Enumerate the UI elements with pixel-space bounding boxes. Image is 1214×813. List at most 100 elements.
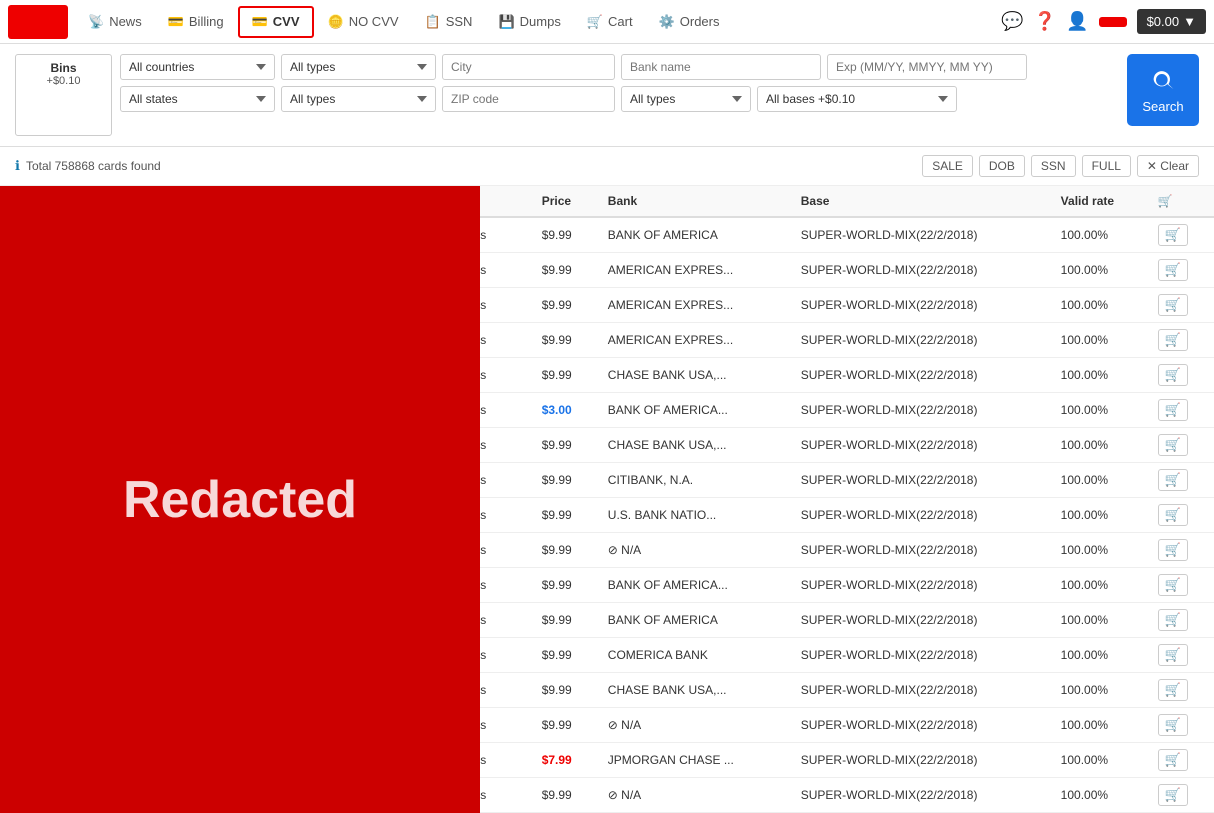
cell-bank: AMERICAN EXPRES... bbox=[598, 323, 791, 358]
results-count: Total 758868 cards found bbox=[26, 159, 161, 173]
add-to-cart-button[interactable]: 🛒 bbox=[1158, 224, 1188, 246]
cell-base: SUPER-WORLD-MIX(22/2/2018) bbox=[791, 288, 1051, 323]
user-button[interactable] bbox=[1099, 17, 1127, 27]
cell-cart-action[interactable]: 🛒 bbox=[1148, 428, 1214, 463]
chat-icon[interactable]: 💬 bbox=[1001, 11, 1023, 32]
sale-tag-button[interactable]: SALE bbox=[922, 155, 973, 177]
type3-select[interactable]: All types bbox=[621, 86, 751, 112]
cell-cart-action[interactable]: 🛒 bbox=[1148, 778, 1214, 813]
cell-zip bbox=[335, 323, 386, 358]
cell-cart-action[interactable]: 🛒 bbox=[1148, 533, 1214, 568]
cell-base: SUPER-WORLD-MIX(22/2/2018) bbox=[791, 358, 1051, 393]
cell-exp bbox=[88, 778, 144, 813]
nav-logo[interactable] bbox=[8, 5, 68, 39]
clear-button[interactable]: ✕ Clear bbox=[1137, 155, 1199, 177]
cell-city bbox=[213, 358, 269, 393]
info-icon: ℹ bbox=[15, 158, 20, 174]
cell-country: 🇺🇸 United States bbox=[386, 603, 532, 638]
nav-item-nocvv[interactable]: 🪙 NO CVV bbox=[316, 8, 411, 36]
user-icon[interactable]: 👤 bbox=[1066, 11, 1088, 32]
nav-item-orders[interactable]: ⚙️ Orders bbox=[647, 8, 732, 36]
add-to-cart-button[interactable]: 🛒 bbox=[1158, 504, 1188, 526]
add-to-cart-button[interactable]: 🛒 bbox=[1158, 539, 1188, 561]
type2-select[interactable]: All types bbox=[281, 86, 436, 112]
cell-cart-action[interactable]: 🛒 bbox=[1148, 358, 1214, 393]
top-nav: 📡 News 💳 Billing 💳 CVV 🪙 NO CVV 📋 SSN 💾 … bbox=[0, 0, 1214, 44]
zip-input[interactable] bbox=[442, 86, 615, 112]
cell-city bbox=[213, 253, 269, 288]
type1-select[interactable]: All types bbox=[281, 54, 436, 80]
ssn-tag-button[interactable]: SSN bbox=[1031, 155, 1076, 177]
cell-cart-action[interactable]: 🛒 bbox=[1148, 463, 1214, 498]
state-select[interactable]: All states bbox=[120, 86, 275, 112]
table-row: 4427420 🇺🇸 United States $7.99 JPMORGAN … bbox=[0, 743, 1214, 778]
bins-input[interactable] bbox=[26, 91, 101, 129]
help-icon[interactable]: ❓ bbox=[1034, 11, 1056, 32]
country-select[interactable]: All countries bbox=[120, 54, 275, 80]
nav-item-ssn[interactable]: 📋 SSN bbox=[413, 8, 485, 36]
cell-cart-action[interactable]: 🛒 bbox=[1148, 568, 1214, 603]
table-row: 5597080 🇺🇸 United States $9.99 ⊘ N/A SUP… bbox=[0, 778, 1214, 813]
cell-city bbox=[213, 498, 269, 533]
cell-state bbox=[270, 463, 335, 498]
col-city: City bbox=[213, 186, 269, 217]
city-input[interactable] bbox=[442, 54, 615, 80]
nav-item-cart[interactable]: 🛒 Cart bbox=[575, 8, 645, 36]
cell-zip bbox=[335, 463, 386, 498]
cell-cart-action[interactable]: 🛒 bbox=[1148, 393, 1214, 428]
add-to-cart-button[interactable]: 🛒 bbox=[1158, 714, 1188, 736]
nav-item-cvv[interactable]: 💳 CVV bbox=[238, 6, 314, 38]
cell-base: SUPER-WORLD-MIX(22/2/2018) bbox=[791, 568, 1051, 603]
add-to-cart-button[interactable]: 🛒 bbox=[1158, 364, 1188, 386]
full-tag-button[interactable]: FULL bbox=[1082, 155, 1131, 177]
cell-cart-action[interactable]: 🛒 bbox=[1148, 323, 1214, 358]
cell-country: 🇺🇸 United States bbox=[386, 498, 532, 533]
ssn-icon: 📋 bbox=[425, 14, 441, 30]
cell-price: $9.99 bbox=[532, 638, 598, 673]
table-row: 4715291 🇺🇸 United States $9.99 BANK OF A… bbox=[0, 568, 1214, 603]
cell-state bbox=[270, 533, 335, 568]
cell-country: 🇺🇸 United States bbox=[386, 253, 532, 288]
add-to-cart-button[interactable]: 🛒 bbox=[1158, 434, 1188, 456]
cell-price: $9.99 bbox=[532, 253, 598, 288]
add-to-cart-button[interactable]: 🛒 bbox=[1158, 329, 1188, 351]
cell-cart-action[interactable]: 🛒 bbox=[1148, 603, 1214, 638]
col-cart: 🛒 bbox=[1148, 186, 1214, 217]
cell-state bbox=[270, 323, 335, 358]
nav-item-news[interactable]: 📡 News bbox=[76, 8, 154, 36]
cell-price: $9.99 bbox=[532, 323, 598, 358]
add-to-cart-button[interactable]: 🛒 bbox=[1158, 784, 1188, 806]
cell-cart-action[interactable]: 🛒 bbox=[1148, 288, 1214, 323]
add-to-cart-button[interactable]: 🛒 bbox=[1158, 679, 1188, 701]
cell-cart-action[interactable]: 🛒 bbox=[1148, 253, 1214, 288]
search-button[interactable]: Search bbox=[1127, 54, 1199, 126]
cell-base: SUPER-WORLD-MIX(22/2/2018) bbox=[791, 323, 1051, 358]
bank-input[interactable] bbox=[621, 54, 821, 80]
add-to-cart-button[interactable]: 🛒 bbox=[1158, 644, 1188, 666]
cell-zip bbox=[335, 358, 386, 393]
exp-input[interactable] bbox=[827, 54, 1027, 80]
add-to-cart-button[interactable]: 🛒 bbox=[1158, 399, 1188, 421]
dob-tag-button[interactable]: DOB bbox=[979, 155, 1025, 177]
add-to-cart-button[interactable]: 🛒 bbox=[1158, 259, 1188, 281]
cell-name bbox=[144, 463, 214, 498]
add-to-cart-button[interactable]: 🛒 bbox=[1158, 469, 1188, 491]
add-to-cart-button[interactable]: 🛒 bbox=[1158, 294, 1188, 316]
bases-select[interactable]: All bases +$0.10 bbox=[757, 86, 957, 112]
filter-row-2: All states All types All types All bases… bbox=[120, 86, 1111, 112]
cell-cart-action[interactable]: 🛒 bbox=[1148, 217, 1214, 253]
cell-cart-action[interactable]: 🛒 bbox=[1148, 638, 1214, 673]
cell-cart-action[interactable]: 🛒 bbox=[1148, 498, 1214, 533]
nav-item-dumps[interactable]: 💾 Dumps bbox=[486, 8, 572, 36]
add-to-cart-button[interactable]: 🛒 bbox=[1158, 609, 1188, 631]
cell-base: SUPER-WORLD-MIX(22/2/2018) bbox=[791, 217, 1051, 253]
table-row: 4246315 🇺🇸 United States $9.99 CHASE BAN… bbox=[0, 428, 1214, 463]
balance-display[interactable]: $0.00 ▼ bbox=[1137, 9, 1206, 34]
cell-state bbox=[270, 603, 335, 638]
add-to-cart-button[interactable]: 🛒 bbox=[1158, 574, 1188, 596]
add-to-cart-button[interactable]: 🛒 bbox=[1158, 749, 1188, 771]
nav-item-billing[interactable]: 💳 Billing bbox=[156, 8, 236, 36]
cell-exp bbox=[88, 603, 144, 638]
cell-cart-action[interactable]: 🛒 bbox=[1148, 708, 1214, 743]
cell-cart-action[interactable]: 🛒 bbox=[1148, 743, 1214, 778]
